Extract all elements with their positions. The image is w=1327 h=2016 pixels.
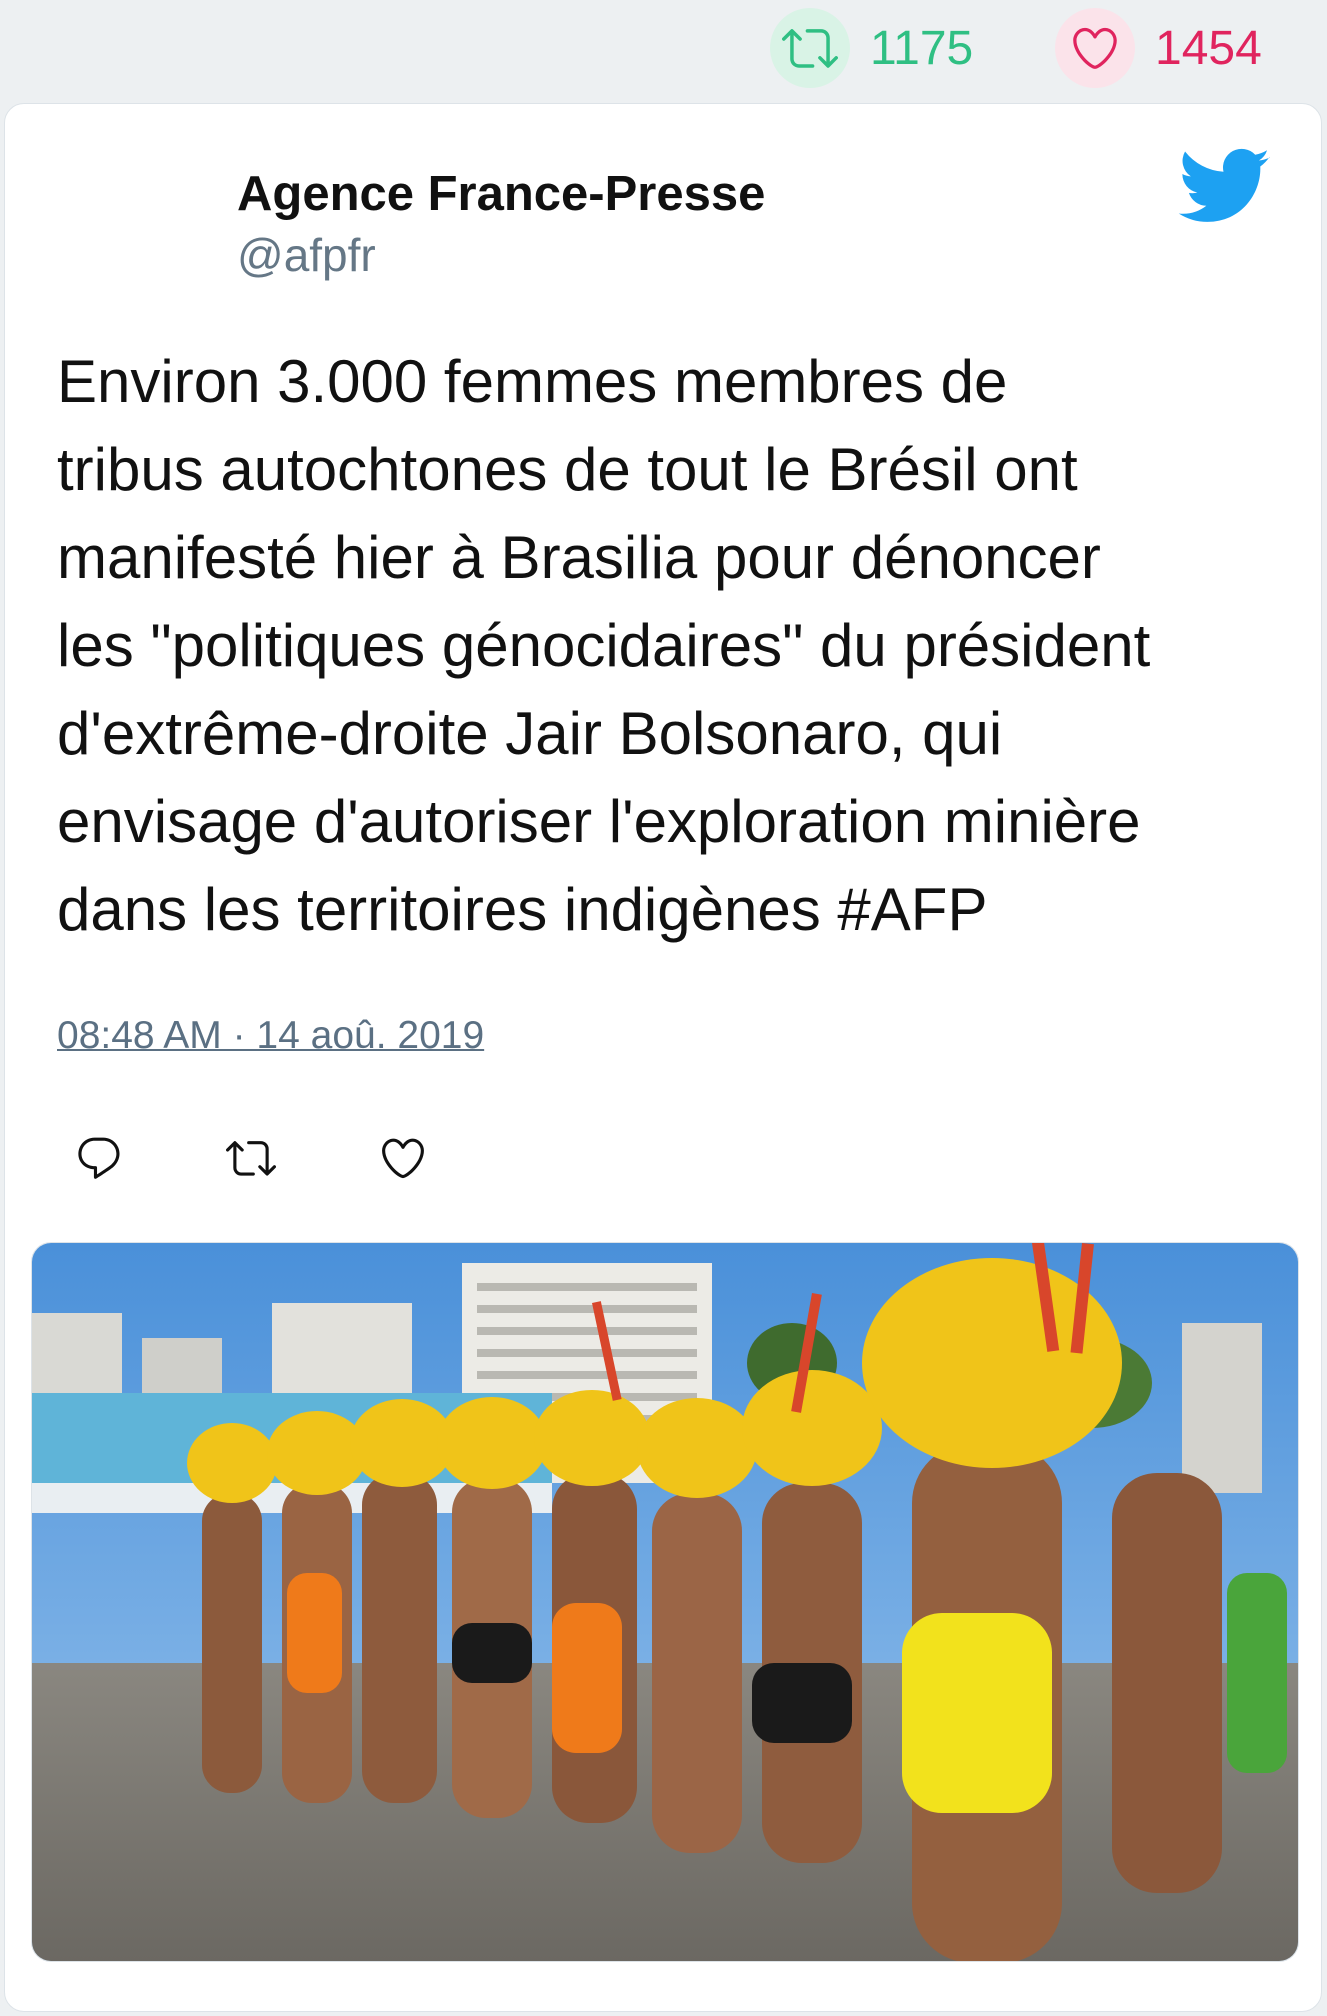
author-name[interactable]: Agence France-Presse xyxy=(237,166,765,222)
tweet-card: Agence France-Presse @afpfr Environ 3.00… xyxy=(4,103,1322,2012)
like-count-stat[interactable]: 1454 xyxy=(1055,6,1262,90)
reply-icon[interactable] xyxy=(71,1130,127,1186)
like-action-icon[interactable] xyxy=(375,1130,431,1186)
twitter-bird-icon[interactable] xyxy=(1175,148,1271,228)
tweet-timestamp[interactable]: 08:48 AM · 14 aoû. 2019 xyxy=(57,1014,484,1058)
heart-icon xyxy=(1055,8,1135,88)
author-handle[interactable]: @afpfr xyxy=(237,228,376,282)
retweet-icon xyxy=(770,8,850,88)
like-count: 1454 xyxy=(1155,21,1262,75)
photo-scene xyxy=(32,1243,1298,1961)
retweet-action-icon[interactable] xyxy=(223,1130,279,1186)
tweet-photo[interactable] xyxy=(31,1242,1299,1962)
retweet-count-stat[interactable]: 1175 xyxy=(770,6,973,90)
tweet-text: Environ 3.000 femmes membres de tribus a… xyxy=(57,348,1151,943)
top-stats-bar: 1175 1454 xyxy=(0,0,1327,98)
retweet-count: 1175 xyxy=(870,21,974,75)
